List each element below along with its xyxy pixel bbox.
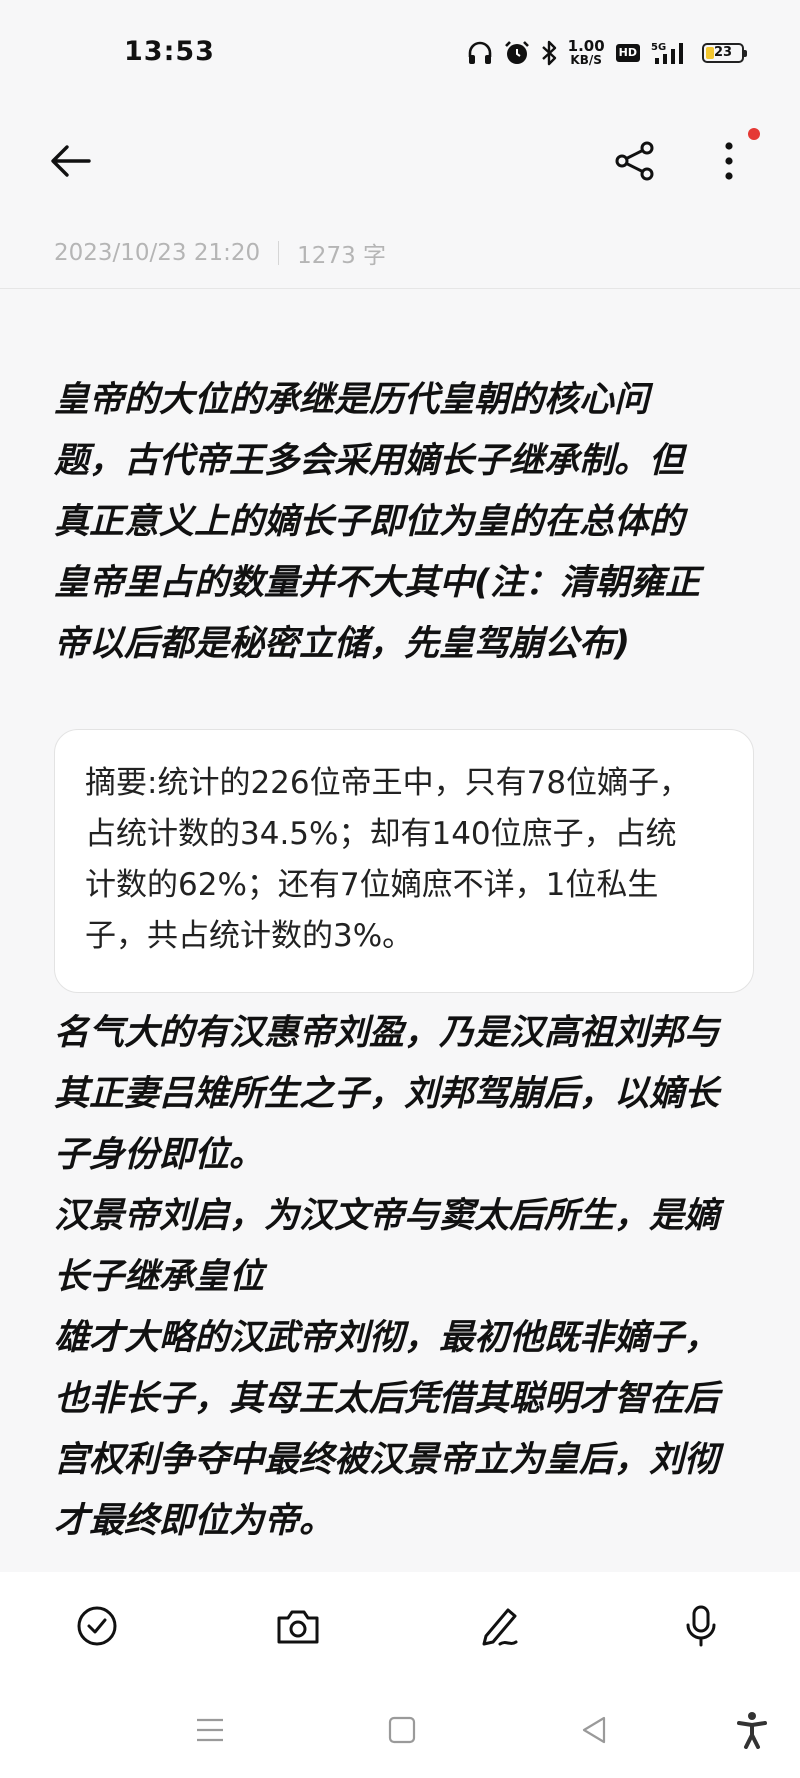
note-content[interactable]: 皇帝的大位的承继是历代皇朝的核心问 题，古代帝王多会采用嫡长子继承制。但 真正意… xyxy=(54,370,754,1552)
back-arrow-icon xyxy=(51,145,91,177)
more-button[interactable] xyxy=(700,133,758,189)
camera-icon xyxy=(277,1610,319,1644)
back-button[interactable] xyxy=(40,135,102,187)
accessibility-icon xyxy=(737,1712,767,1749)
alarm-icon xyxy=(504,40,530,66)
notification-dot xyxy=(748,128,760,140)
net-speed: 1.00 KB/S xyxy=(567,37,605,67)
pen-icon xyxy=(482,1608,518,1646)
bottom-toolbar xyxy=(0,1572,800,1682)
accessibility-button[interactable] xyxy=(726,1704,778,1756)
meta-separator xyxy=(278,241,280,265)
note-intro-paragraph[interactable]: 皇帝的大位的承继是历代皇朝的核心问 题，古代帝王多会采用嫡长子继承制。但 真正意… xyxy=(54,370,754,675)
headphones-icon xyxy=(467,41,493,65)
battery-icon: 23 xyxy=(702,43,747,63)
note-body-paragraph[interactable]: 名气大的有汉惠帝刘盈，乃是汉高祖刘邦与 其正妻吕雉所生之子，刘邦驾崩后，以嫡长 … xyxy=(54,1003,754,1552)
signal-icon: 5G xyxy=(651,40,691,66)
more-vert-icon xyxy=(725,142,733,180)
home-button[interactable] xyxy=(376,1704,428,1756)
system-navbar xyxy=(0,1682,800,1778)
header-divider xyxy=(0,288,800,289)
nav-back-button[interactable] xyxy=(568,1704,620,1756)
share-button[interactable] xyxy=(606,133,664,189)
summary-card[interactable]: 摘要:统计的226位帝王中，只有78位嫡子， 占统计数的34.5%；却有140位… xyxy=(54,729,754,993)
home-icon xyxy=(388,1716,416,1744)
svg-text:5G: 5G xyxy=(651,42,666,53)
battery-level: 23 xyxy=(713,45,733,60)
microphone-icon xyxy=(686,1605,716,1647)
share-icon xyxy=(615,141,654,181)
voice-input-button[interactable] xyxy=(671,1596,731,1656)
status-icons: 1.00 KB/S HD 5G 23 xyxy=(467,36,747,70)
back-icon xyxy=(582,1716,606,1744)
note-meta: 2023/10/23 21:20 1273 字 xyxy=(54,236,386,270)
checklist-button[interactable] xyxy=(67,1596,127,1656)
bluetooth-icon xyxy=(541,40,557,66)
camera-button[interactable] xyxy=(268,1596,328,1656)
note-toolbar xyxy=(0,105,800,215)
status-bar: 13:53 1.00 KB/S HD 5G 23 xyxy=(0,0,800,105)
battery-fill xyxy=(706,47,714,59)
status-time: 13:53 xyxy=(124,36,215,67)
note-word-count: 1273 字 xyxy=(297,243,387,269)
hd-icon: HD xyxy=(615,44,640,62)
handwriting-button[interactable] xyxy=(470,1596,530,1656)
menu-icon xyxy=(197,1718,223,1742)
recents-button[interactable] xyxy=(184,1704,236,1756)
checklist-icon xyxy=(77,1606,117,1646)
note-date: 2023/10/23 21:20 xyxy=(54,240,261,266)
